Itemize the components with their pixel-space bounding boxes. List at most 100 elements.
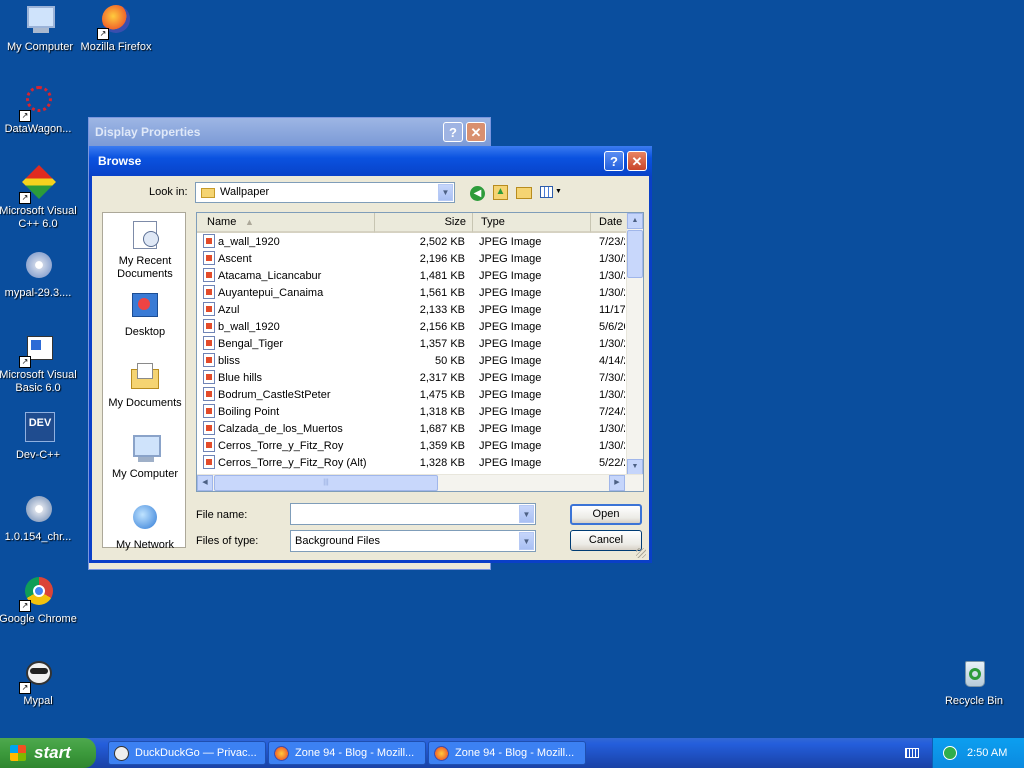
table-row[interactable]: Atacama_Licancabur 1,481 KB JPEG Image 1/30… — [197, 268, 627, 285]
place-my-computer[interactable]: My Computer — [103, 432, 187, 481]
desktop-icon-google-chrome[interactable]: ↗ Google Chrome — [0, 576, 78, 626]
table-row[interactable]: Boiling Point1,318 KBJPEG Image7/24/2 — [197, 404, 627, 421]
chevron-down-icon[interactable]: ▼ — [438, 184, 453, 201]
column-header-name[interactable]: Name ▲ — [197, 213, 375, 233]
table-row[interactable]: a_wall_19202,502 KBJPEG Image7/23/2 — [197, 234, 627, 251]
datawagon-icon: ↗ — [19, 86, 55, 122]
desktop-icon-mypal-setup[interactable]: mypal-29.3.... — [0, 250, 78, 300]
chevron-down-icon[interactable]: ▼ — [519, 505, 534, 523]
start-button[interactable]: start — [0, 738, 96, 768]
file-size-cell: 1,687 KB — [419, 423, 465, 435]
table-row[interactable]: bliss50 KBJPEG Image4/14/2 — [197, 353, 627, 370]
scroll-left-icon[interactable]: ◀ — [197, 475, 213, 491]
computer-icon — [129, 432, 161, 464]
display-properties-help-button[interactable]: ? — [443, 122, 463, 142]
file-date-cell: 5/22/2 — [599, 457, 625, 469]
up-folder-icon[interactable]: ▲ — [493, 185, 508, 200]
desktop-icon-dev-cpp[interactable]: DEV Dev-C++ — [0, 412, 78, 462]
resize-grip-icon[interactable] — [636, 548, 646, 558]
file-size-cell: 1,475 KB — [419, 389, 465, 401]
place-desktop[interactable]: Desktop — [103, 290, 187, 339]
files-of-type-select[interactable]: Background Files ▼ — [290, 530, 536, 552]
network-status-icon[interactable] — [943, 746, 957, 760]
file-size-cell: 2,317 KB — [419, 372, 465, 384]
file-date-cell: 1/30/2 — [599, 440, 625, 452]
file-type-cell: JPEG Image — [479, 389, 542, 401]
table-row[interactable]: Blue hills2,317 KBJPEG Image7/30/2 — [197, 370, 627, 387]
browse-help-button[interactable]: ? — [604, 151, 624, 171]
browse-close-button[interactable]: ✕ — [627, 151, 647, 171]
place-my-recent-documents[interactable]: My Recent Documents — [103, 219, 187, 281]
file-date-cell: 5/6/20 — [599, 321, 625, 333]
places-bar: My Recent Documents Desktop My Documents… — [102, 212, 187, 551]
desktop-icon-datawagon[interactable]: ↗ DataWagon... — [0, 86, 78, 136]
desktop-icon-firefox[interactable]: ↗ Mozilla Firefox — [76, 4, 156, 54]
horizontal-scroll-thumb[interactable]: ||| — [214, 475, 438, 491]
file-type-cell: JPEG Image — [479, 440, 542, 452]
back-icon[interactable]: ◀ — [470, 186, 485, 201]
visual-cpp-icon: ↗ — [19, 165, 56, 204]
keyboard-icon[interactable] — [905, 748, 919, 758]
file-type-cell: JPEG Image — [479, 253, 542, 265]
browse-title: Browse — [98, 154, 142, 168]
file-list[interactable]: Name ▲ Size Type Date a_wall_1920 2,502 K… — [196, 212, 644, 492]
files-of-type-label: Files of type: — [196, 535, 259, 547]
clock[interactable]: 2:50 AM — [967, 738, 1007, 768]
horizontal-scrollbar[interactable]: ◀ ||| ▶ — [197, 474, 643, 491]
desktop-icon-my-computer[interactable]: My Computer — [0, 4, 80, 54]
firefox-icon: ↗ — [97, 4, 133, 40]
place-my-network[interactable]: My Network — [103, 503, 187, 552]
table-row[interactable]: Auyantepui_Canaima 1,561 KB JPEG Image 1/30… — [197, 285, 627, 302]
file-date-cell: 11/17 — [599, 304, 625, 316]
visual-basic-icon: ↗ — [19, 332, 55, 368]
table-row[interactable]: Azul 2,133 KB JPEG Image 11/17 — [197, 302, 627, 319]
table-row[interactable]: Bodrum_CastleStPeter 1,475 KB JPEG Image 1/… — [197, 387, 627, 404]
open-button[interactable]: Open — [570, 504, 642, 525]
cancel-button[interactable]: Cancel — [570, 530, 642, 551]
file-type-cell: JPEG Image — [479, 236, 542, 248]
file-name-input[interactable] — [293, 506, 513, 522]
browse-title-bar[interactable]: Browse — [89, 146, 652, 176]
place-my-documents[interactable]: My Documents — [103, 361, 187, 410]
file-size-cell: 1,481 KB — [419, 270, 465, 282]
file-date-cell: 7/23/2 — [599, 236, 625, 248]
look-in-value: Wallpaper — [220, 186, 270, 198]
vertical-scrollbar[interactable]: ▲ ▼ — [626, 213, 643, 475]
table-row[interactable]: Cerros_Torre_y_Fitz_Roy 1,359 KB JPEG Imag… — [197, 438, 627, 455]
table-row[interactable]: Bengal_Tiger1,357 KBJPEG Image1/30/2 — [197, 336, 627, 353]
file-date-cell: 7/24/2 — [599, 406, 625, 418]
vertical-scroll-thumb[interactable] — [627, 230, 643, 278]
display-properties-close-button[interactable]: ✕ — [466, 122, 486, 142]
display-properties-title-bar[interactable]: Display Properties — [89, 118, 490, 146]
desktop-icon-visual-basic[interactable]: ↗ Microsoft Visual Basic 6.0 — [0, 332, 78, 395]
chevron-down-icon[interactable]: ▼ — [519, 532, 534, 550]
task-zone94-2[interactable]: Zone 94 - Blog - Mozill... — [428, 741, 586, 765]
view-menu-icon[interactable]: ▼ — [540, 186, 562, 200]
scroll-up-icon[interactable]: ▲ — [627, 213, 643, 229]
scroll-right-icon[interactable]: ▶ — [609, 475, 625, 491]
desktop-icon-chrome-setup[interactable]: 1.0.154_chr... — [0, 494, 78, 544]
look-in-dropdown[interactable]: Wallpaper ▼ — [195, 182, 455, 203]
table-row[interactable]: Ascent2,196 KBJPEG Image1/30/2 — [197, 251, 627, 268]
task-duckduckgo[interactable]: DuckDuckGo — Privac... — [108, 741, 266, 765]
desktop-icon-mypal[interactable]: ↗ Mypal — [0, 658, 78, 708]
file-size-cell: 2,196 KB — [419, 253, 465, 265]
column-header-type[interactable]: Type — [473, 213, 591, 233]
scroll-down-icon[interactable]: ▼ — [627, 459, 643, 475]
desktop-icon-recycle-bin[interactable]: Recycle Bin — [934, 658, 1014, 708]
column-header-size[interactable]: Size — [375, 213, 473, 233]
file-size-cell: 1,561 KB — [419, 287, 465, 299]
table-row[interactable]: Cerros_Torre_y_Fitz_Roy (Alt) 1,328 KB JPE… — [197, 455, 627, 472]
task-zone94-1[interactable]: Zone 94 - Blog - Mozill... — [268, 741, 426, 765]
table-row[interactable]: Calzada_de_los_Muertos 1,687 KB JPEG Image… — [197, 421, 627, 438]
new-folder-icon[interactable] — [516, 187, 532, 199]
file-date-cell: 1/30/2 — [599, 338, 625, 350]
file-name-combo[interactable]: ▼ — [290, 503, 536, 525]
file-type-cell: JPEG Image — [479, 372, 542, 384]
table-row[interactable]: b_wall_19202,156 KBJPEG Image5/6/20 — [197, 319, 627, 336]
file-date-cell: 1/30/2 — [599, 270, 625, 282]
recycle-bin-icon — [957, 658, 991, 692]
system-tray: 2:50 AM — [932, 738, 1024, 768]
mypal-raccoon-icon — [114, 746, 129, 761]
desktop-icon-visual-cpp[interactable]: ↗ Microsoft Visual C++ 6.0 — [0, 165, 78, 231]
